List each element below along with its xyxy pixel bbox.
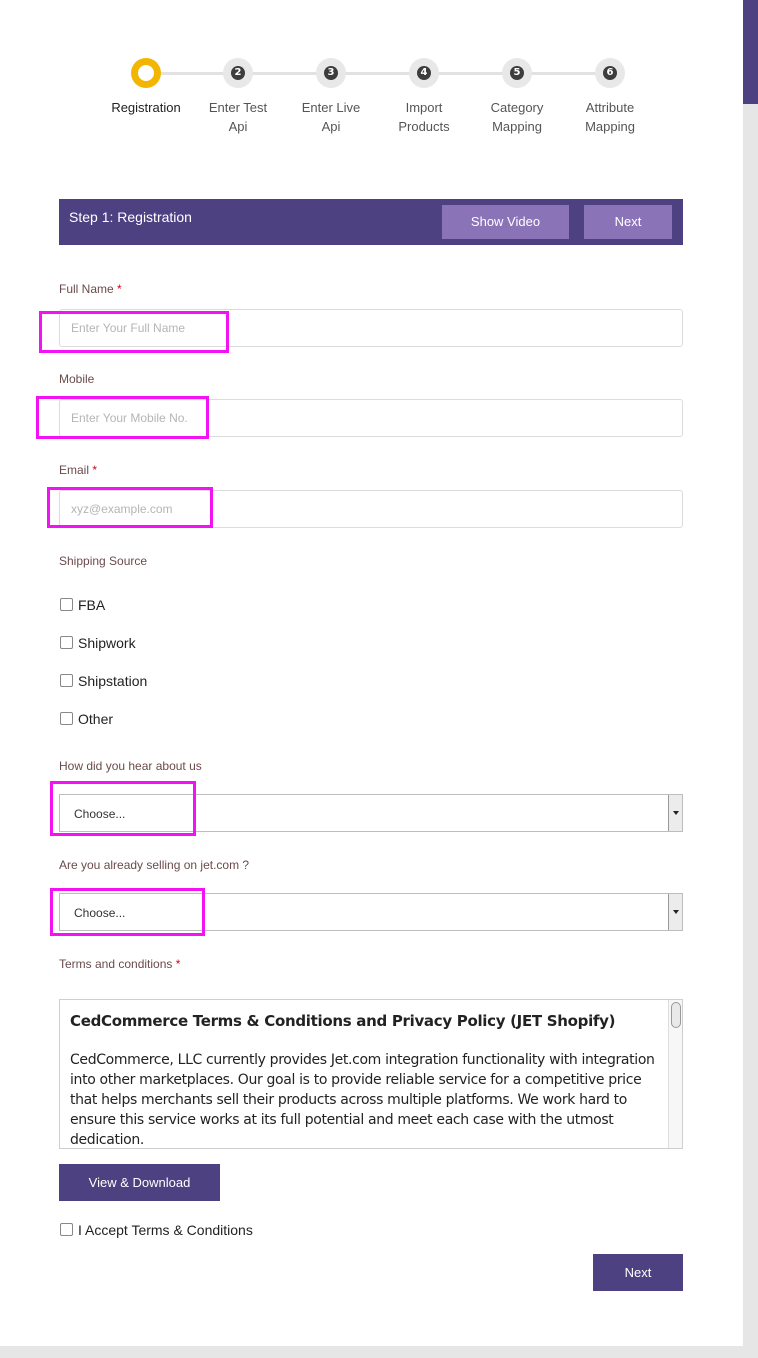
mobile-label: Mobile [59,372,95,386]
email-input[interactable] [59,490,683,528]
step-category-mapping[interactable]: 5 Category Mapping [469,56,565,136]
step-circle-active [131,58,161,88]
checkbox[interactable] [60,674,73,687]
select-value: Choose... [74,906,126,920]
dropdown-arrow-icon[interactable] [668,894,682,930]
dropdown-arrow-icon[interactable] [668,795,682,831]
shipping-option-shipstation[interactable]: Shipstation [60,673,147,689]
step-circle: 5 [502,58,532,88]
step-number: 4 [417,66,431,80]
shipping-option-other[interactable]: Other [60,711,113,727]
step-label: Attribute Mapping [585,100,635,134]
step-number: 2 [231,66,245,80]
step-header-bar: Step 1: Registration Show Video Next [59,199,683,245]
select-value: Choose... [74,807,126,821]
terms-label: Terms and conditions * [59,957,181,971]
step-enter-test-api[interactable]: 2 Enter Test Api [190,56,286,136]
step-number [138,65,154,81]
email-label: Email * [59,463,98,477]
show-video-button[interactable]: Show Video [442,205,569,239]
progress-stepper: Registration 2 Enter Test Api 3 Enter Liv… [98,56,658,146]
view-download-button[interactable]: View & Download [59,1164,220,1201]
selling-on-jet-label: Are you already selling on jet.com ? [59,858,250,872]
checkbox[interactable] [60,598,73,611]
step-label: Enter Live Api [301,100,361,134]
step-label: Registration [111,100,181,115]
checkbox[interactable] [60,712,73,725]
step-label: Enter Test Api [208,100,268,134]
step-circle: 4 [409,58,439,88]
step-registration[interactable]: Registration [98,56,194,117]
step-title: Step 1: Registration [69,209,192,225]
footer-next-button[interactable]: Next [593,1254,683,1291]
heard-about-select[interactable]: Choose... [59,794,683,832]
step-label: Category Mapping [490,100,544,134]
registration-page: Registration 2 Enter Test Api 3 Enter Liv… [0,0,743,1346]
header-next-button[interactable]: Next [584,205,672,239]
shipping-option-shipwork[interactable]: Shipwork [60,635,136,651]
mobile-input[interactable] [59,399,683,437]
step-circle: 3 [316,58,346,88]
checkbox[interactable] [60,636,73,649]
step-enter-live-api[interactable]: 3 Enter Live Api [283,56,379,136]
step-number: 3 [324,66,338,80]
accept-terms-checkbox-row[interactable]: I Accept Terms & Conditions [60,1222,253,1238]
terms-body: CedCommerce, LLC currently provides Jet.… [70,1052,655,1148]
step-circle: 2 [223,58,253,88]
step-attribute-mapping[interactable]: 6 Attribute Mapping [562,56,658,136]
terms-scrollbar[interactable] [668,1000,682,1148]
step-number: 6 [603,66,617,80]
shipping-source-label: Shipping Source [59,554,148,568]
heard-about-label: How did you hear about us [59,759,202,773]
terms-title: CedCommerce Terms & Conditions and Priva… [70,1012,616,1030]
scrollbar-thumb[interactable] [671,1002,681,1028]
terms-textbox[interactable]: CedCommerce Terms & Conditions and Priva… [59,999,683,1149]
shipping-option-fba[interactable]: FBA [60,597,105,613]
step-number: 5 [510,66,524,80]
step-label: Import Products [398,100,450,134]
full-name-label: Full Name * [59,282,122,296]
step-circle: 6 [595,58,625,88]
accept-terms-checkbox[interactable] [60,1223,73,1236]
selling-on-jet-select[interactable]: Choose... [59,893,683,931]
accept-terms-label: I Accept Terms & Conditions [78,1222,253,1238]
full-name-input[interactable] [59,309,683,347]
background-strip [743,0,758,104]
step-import-products[interactable]: 4 Import Products [376,56,472,136]
